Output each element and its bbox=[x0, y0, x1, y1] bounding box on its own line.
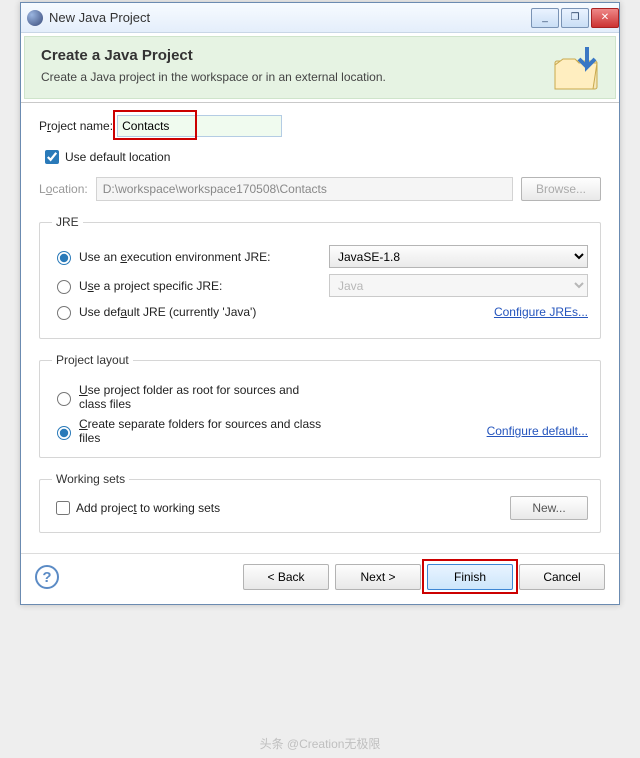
project-name-label: Project name: bbox=[39, 119, 113, 133]
layout-separate-folders-label: Create separate folders for sources and … bbox=[79, 417, 329, 445]
location-input bbox=[96, 177, 513, 201]
new-working-set-button[interactable]: New... bbox=[510, 496, 588, 520]
header-subtitle: Create a Java project in the workspace o… bbox=[41, 70, 599, 84]
window-title: New Java Project bbox=[49, 10, 150, 25]
next-button[interactable]: Next > bbox=[335, 564, 421, 590]
configure-jres-link[interactable]: Configure JREs... bbox=[494, 305, 588, 319]
working-sets-group: Working sets Add project to working sets… bbox=[39, 472, 601, 533]
layout-single-folder-label: Use project folder as root for sources a… bbox=[79, 383, 329, 411]
minimize-button[interactable]: _ bbox=[531, 8, 559, 28]
jre-legend: JRE bbox=[52, 215, 83, 229]
project-layout-legend: Project layout bbox=[52, 353, 133, 367]
add-to-working-sets-label: Add project to working sets bbox=[76, 501, 220, 515]
jre-default-radio[interactable] bbox=[57, 306, 71, 320]
close-button[interactable]: ✕ bbox=[591, 8, 619, 28]
project-name-input[interactable] bbox=[117, 115, 282, 137]
back-button[interactable]: < Back bbox=[243, 564, 329, 590]
browse-button: Browse... bbox=[521, 177, 601, 201]
dialog-footer: ? < Back Next > Finish Cancel bbox=[21, 553, 619, 604]
project-folder-icon bbox=[549, 45, 605, 95]
project-layout-group: Project layout Use project folder as roo… bbox=[39, 353, 601, 458]
layout-single-folder-radio[interactable] bbox=[57, 392, 71, 406]
dialog-header: Create a Java Project Create a Java proj… bbox=[21, 36, 619, 103]
jre-group: JRE Use an execution environment JRE: Ja… bbox=[39, 215, 601, 339]
maximize-button[interactable]: ❐ bbox=[561, 8, 589, 28]
layout-separate-folders-radio[interactable] bbox=[57, 426, 71, 440]
titlebar: New Java Project _ ❐ ✕ bbox=[21, 3, 619, 33]
finish-button[interactable]: Finish bbox=[427, 564, 513, 590]
jre-execution-env-select[interactable]: JavaSE-1.8 bbox=[329, 245, 588, 268]
location-label: Location: bbox=[39, 182, 88, 196]
jre-default-label: Use default JRE (currently 'Java') bbox=[79, 305, 329, 319]
cancel-button[interactable]: Cancel bbox=[519, 564, 605, 590]
add-to-working-sets-checkbox[interactable] bbox=[56, 501, 70, 515]
eclipse-icon bbox=[27, 10, 43, 26]
use-default-location-label: Use default location bbox=[65, 150, 170, 164]
dialog-window: New Java Project _ ❐ ✕ Create a Java Pro… bbox=[20, 2, 620, 605]
jre-execution-env-label: Use an execution environment JRE: bbox=[79, 250, 329, 264]
working-sets-legend: Working sets bbox=[52, 472, 129, 486]
header-title: Create a Java Project bbox=[41, 47, 599, 64]
watermark-text: 头条 @Creation无极限 bbox=[0, 735, 640, 752]
use-default-location-checkbox[interactable] bbox=[45, 150, 59, 164]
jre-project-specific-select: Java bbox=[329, 274, 588, 297]
dialog-content: Project name: Use default location Locat… bbox=[21, 103, 619, 547]
jre-execution-env-radio[interactable] bbox=[57, 251, 71, 265]
jre-project-specific-radio[interactable] bbox=[57, 280, 71, 294]
configure-default-link[interactable]: Configure default... bbox=[487, 424, 588, 438]
jre-project-specific-label: Use a project specific JRE: bbox=[79, 279, 329, 293]
help-icon[interactable]: ? bbox=[35, 565, 59, 589]
